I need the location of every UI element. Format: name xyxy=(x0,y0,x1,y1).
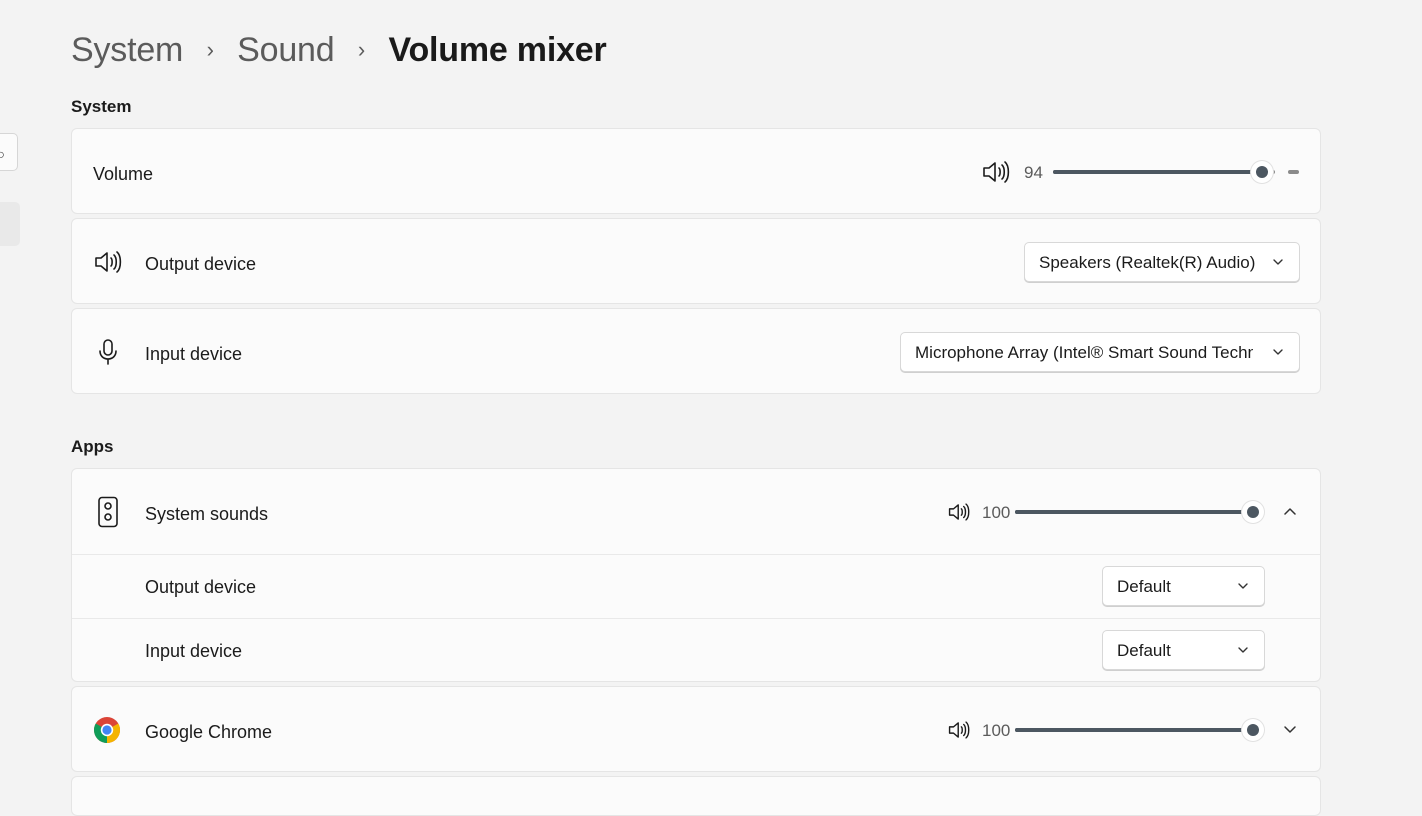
slider-fill xyxy=(1015,728,1253,732)
slider-fill xyxy=(1015,510,1253,514)
system-sounds-slider[interactable] xyxy=(1015,501,1264,523)
speaker-device-icon xyxy=(96,496,120,528)
system-sounds-input-dropdown[interactable]: Default xyxy=(1102,630,1265,670)
system-sounds-output-selected: Default xyxy=(1117,577,1171,596)
input-device-label: Input device xyxy=(145,344,243,364)
system-sounds-output-label: Output device xyxy=(145,577,257,597)
volume-label: Volume xyxy=(93,164,154,184)
system-sounds-input-label: Input device xyxy=(145,641,243,661)
output-device-label: Output device xyxy=(145,254,257,274)
speaker-icon[interactable] xyxy=(982,160,1010,184)
output-device-dropdown[interactable]: Speakers (Realtek(R) Audio) xyxy=(1024,242,1300,282)
chevron-down-icon xyxy=(1271,345,1285,364)
output-device-card: Output device Speakers (Realtek(R) Audio… xyxy=(71,218,1321,304)
input-device-dropdown[interactable]: Microphone Array (Intel® Smart Sound Tec… xyxy=(900,332,1300,372)
system-sounds-row[interactable]: System sounds 100 xyxy=(72,469,1320,554)
input-device-selected: Microphone Array (Intel® Smart Sound Tec… xyxy=(915,343,1253,362)
slider-track-end xyxy=(1288,170,1299,174)
volume-value: 94 xyxy=(1024,163,1043,182)
slider-fill xyxy=(1053,170,1262,174)
section-title-apps: Apps xyxy=(71,437,114,456)
speaker-icon[interactable] xyxy=(948,502,970,522)
breadcrumb: System › Sound › Volume mixer xyxy=(71,24,607,76)
speaker-icon[interactable] xyxy=(948,720,970,740)
microphone-icon xyxy=(96,338,120,366)
breadcrumb-sound[interactable]: Sound xyxy=(237,31,335,70)
input-device-card: Input device Microphone Array (Intel® Sm… xyxy=(71,308,1321,394)
system-sounds-input-selected: Default xyxy=(1117,641,1171,660)
system-sounds-card: System sounds 100 Output device Default xyxy=(71,468,1321,682)
volume-slider[interactable] xyxy=(1053,161,1299,183)
system-sounds-input-row: Input device Default xyxy=(72,619,1320,681)
chrome-slider[interactable] xyxy=(1015,719,1264,741)
breadcrumb-system[interactable]: System xyxy=(71,31,183,70)
chrome-value: 100 xyxy=(982,721,1011,740)
chevron-down-icon xyxy=(1236,579,1250,598)
chrome-label: Google Chrome xyxy=(145,722,273,742)
chrome-card[interactable]: Google Chrome 100 xyxy=(71,686,1321,772)
slider-thumb[interactable] xyxy=(1250,161,1273,183)
chevron-right-icon: › xyxy=(357,37,366,62)
collapse-button[interactable] xyxy=(1274,495,1306,527)
speaker-icon xyxy=(94,250,122,274)
system-sounds-output-row: Output device Default xyxy=(72,555,1320,618)
next-app-card[interactable] xyxy=(71,776,1321,816)
nav-selected-item[interactable] xyxy=(0,202,20,246)
slider-thumb[interactable] xyxy=(1242,719,1264,741)
chevron-down-icon xyxy=(1271,255,1285,274)
chevron-down-icon xyxy=(1236,643,1250,662)
system-sounds-output-dropdown[interactable]: Default xyxy=(1102,566,1265,606)
search-box[interactable]: ○ xyxy=(0,133,18,171)
section-title-system: System xyxy=(71,97,132,116)
page-title: Volume mixer xyxy=(388,30,607,69)
system-sounds-label: System sounds xyxy=(145,504,269,524)
chevron-right-icon: › xyxy=(206,37,214,62)
expand-button[interactable] xyxy=(1274,713,1306,745)
chevron-up-icon xyxy=(1284,508,1296,515)
chrome-icon xyxy=(93,716,121,744)
search-icon: ○ xyxy=(0,146,5,162)
chevron-down-icon xyxy=(1284,726,1296,733)
volume-card: Volume 94 xyxy=(71,128,1321,214)
slider-thumb[interactable] xyxy=(1242,501,1264,523)
system-sounds-value: 100 xyxy=(982,503,1011,522)
output-device-selected: Speakers (Realtek(R) Audio) xyxy=(1039,253,1256,272)
